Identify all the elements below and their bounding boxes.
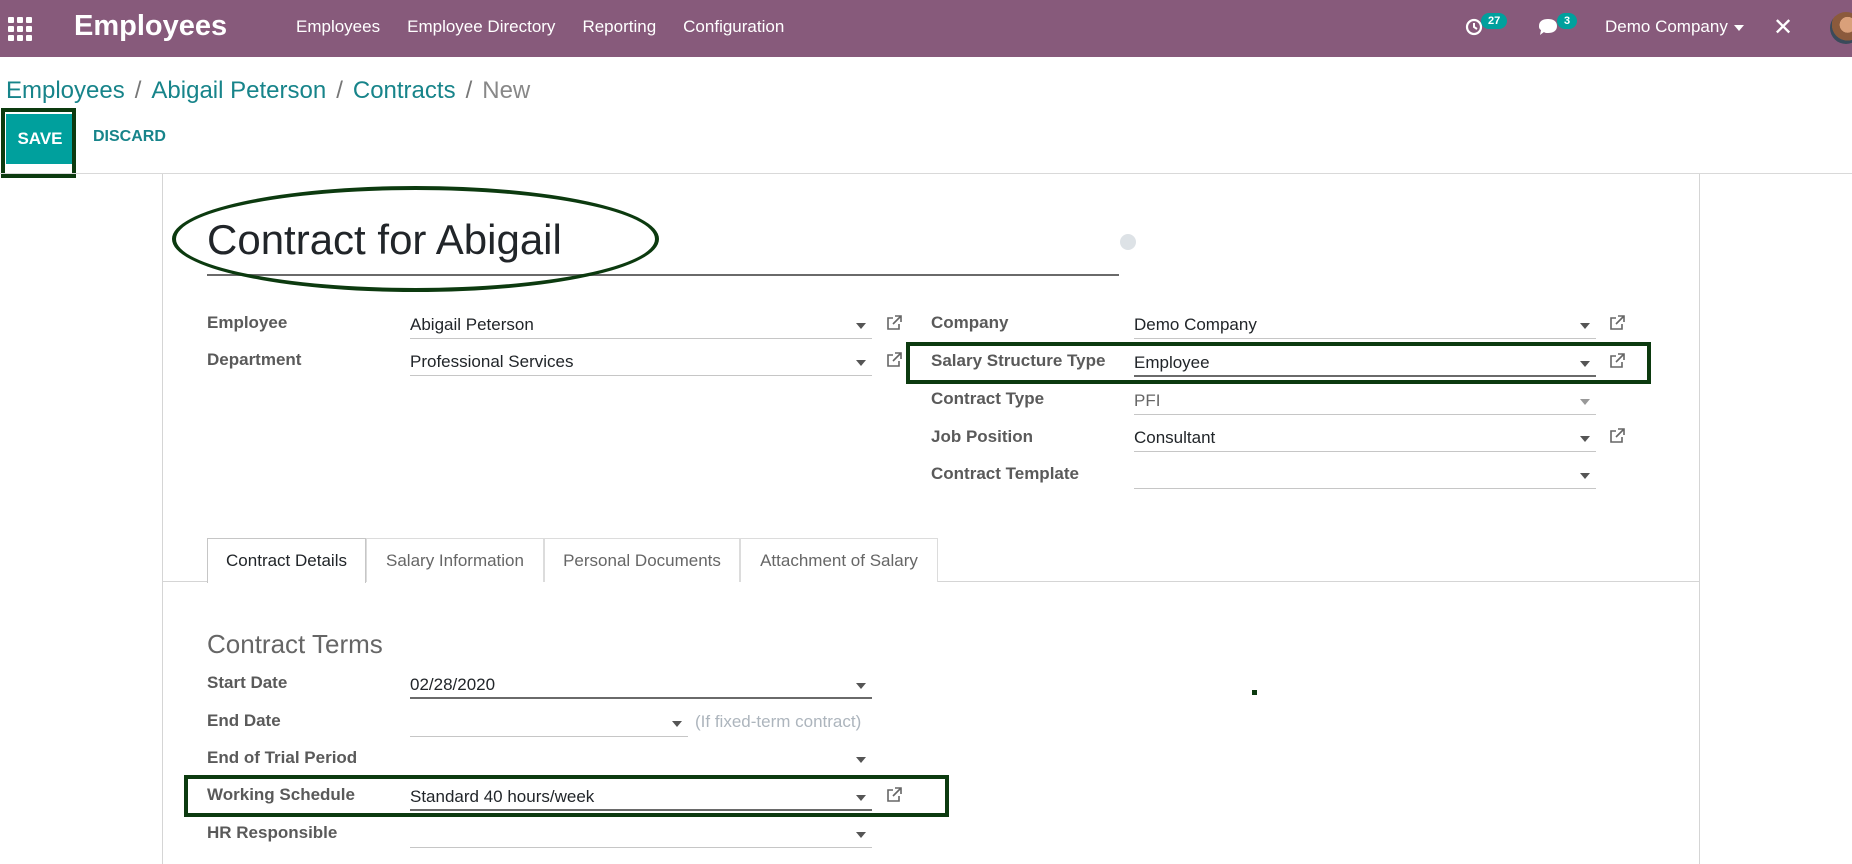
company-field[interactable]: Demo Company bbox=[1134, 311, 1596, 339]
company-name: Demo Company bbox=[1605, 17, 1728, 36]
dropdown-caret-icon bbox=[1580, 473, 1590, 479]
highlight-title bbox=[172, 186, 659, 292]
contract-type-label: Contract Type bbox=[931, 389, 1045, 408]
breadcrumb-separator: / bbox=[465, 77, 473, 104]
dropdown-caret-icon bbox=[1580, 323, 1590, 329]
breadcrumb-contracts[interactable]: Contracts bbox=[353, 77, 456, 104]
department-field[interactable]: Professional Services bbox=[410, 348, 872, 376]
contract-type-value: PFI bbox=[1134, 391, 1161, 410]
top-navbar: Employees Employees Employee Directory R… bbox=[0, 0, 1852, 57]
external-link-icon[interactable] bbox=[1608, 314, 1626, 332]
menu-item-reporting[interactable]: Reporting bbox=[582, 17, 656, 37]
tab-personal-documents[interactable]: Personal Documents bbox=[544, 538, 740, 582]
start-date-field[interactable]: 02/28/2020 bbox=[410, 671, 872, 699]
tab-contract-details[interactable]: Contract Details bbox=[207, 538, 366, 583]
apps-menu-icon[interactable] bbox=[6, 15, 32, 41]
trial-end-label: End of Trial Period bbox=[207, 748, 358, 767]
message-count-badge: 3 bbox=[1557, 13, 1578, 29]
chevron-down-icon bbox=[1733, 24, 1744, 31]
breadcrumb-separator: / bbox=[336, 77, 343, 104]
department-value: Professional Services bbox=[410, 352, 574, 371]
dropdown-caret-icon bbox=[1580, 399, 1590, 405]
highlight-working-schedule bbox=[184, 775, 949, 817]
job-position-value: Consultant bbox=[1134, 428, 1216, 447]
start-date-value: 02/28/2020 bbox=[410, 675, 496, 694]
job-position-label: Job Position bbox=[931, 427, 1033, 446]
employee-value: Abigail Peterson bbox=[410, 315, 534, 334]
breadcrumb-employees[interactable]: Employees bbox=[6, 77, 125, 104]
dropdown-caret-icon bbox=[856, 757, 866, 763]
hr-responsible-label: HR Responsible bbox=[207, 823, 338, 842]
highlight-salary-structure bbox=[906, 342, 1651, 384]
discard-button[interactable]: DISCARD bbox=[93, 128, 166, 146]
end-date-label: End Date bbox=[207, 711, 281, 730]
avatar[interactable] bbox=[1830, 12, 1852, 44]
main-menu: Employees Employee Directory Reporting C… bbox=[296, 17, 811, 37]
department-label: Department bbox=[207, 350, 302, 369]
breadcrumb-current: New bbox=[482, 77, 531, 104]
activity-menu[interactable]: 27 bbox=[1465, 0, 1515, 57]
breadcrumb-separator: / bbox=[134, 77, 142, 104]
company-switcher[interactable]: Demo Company bbox=[1605, 17, 1744, 37]
job-position-field[interactable]: Consultant bbox=[1134, 424, 1596, 452]
company-value: Demo Company bbox=[1134, 315, 1257, 334]
contract-type-field[interactable]: PFI bbox=[1134, 387, 1596, 415]
external-link-icon[interactable] bbox=[885, 351, 903, 369]
tab-salary-information[interactable]: Salary Information bbox=[366, 538, 544, 582]
breadcrumb: Employees / Abigail Peterson / Contracts / New bbox=[6, 77, 530, 105]
app-title: Employees bbox=[74, 10, 228, 42]
highlight-save bbox=[1, 108, 76, 178]
menu-item-employees[interactable]: Employees bbox=[296, 17, 380, 37]
chat-icon bbox=[1539, 19, 1557, 35]
dropdown-caret-icon bbox=[856, 683, 866, 689]
trial-end-field[interactable] bbox=[410, 745, 872, 773]
dropdown-caret-icon bbox=[856, 360, 866, 366]
messaging-menu[interactable]: 3 bbox=[1537, 0, 1582, 57]
menu-item-employee-directory[interactable]: Employee Directory bbox=[407, 17, 555, 37]
dropdown-caret-icon bbox=[856, 323, 866, 329]
breadcrumb-employee[interactable]: Abigail Peterson bbox=[151, 77, 326, 104]
end-date-hint: (If fixed-term contract) bbox=[695, 712, 862, 731]
close-icon[interactable]: ✕ bbox=[1773, 13, 1793, 42]
contract-template-label: Contract Template bbox=[931, 464, 1079, 483]
end-date-field[interactable] bbox=[410, 709, 688, 737]
dropdown-caret-icon bbox=[856, 832, 866, 838]
menu-item-configuration[interactable]: Configuration bbox=[683, 17, 784, 37]
start-date-label: Start Date bbox=[207, 673, 288, 692]
marker-dot bbox=[1252, 690, 1257, 695]
hr-responsible-field[interactable] bbox=[410, 820, 872, 848]
contract-terms-heading: Contract Terms bbox=[207, 629, 383, 659]
tab-attachment-of-salary[interactable]: Attachment of Salary bbox=[740, 538, 938, 582]
external-link-icon[interactable] bbox=[885, 314, 903, 332]
employee-label: Employee bbox=[207, 313, 288, 332]
dropdown-caret-icon bbox=[1580, 436, 1590, 442]
employee-field[interactable]: Abigail Peterson bbox=[410, 311, 872, 339]
external-link-icon[interactable] bbox=[1608, 427, 1626, 445]
contract-template-field[interactable] bbox=[1134, 461, 1596, 489]
dropdown-caret-icon bbox=[672, 721, 682, 727]
status-dot-icon[interactable] bbox=[1120, 234, 1136, 250]
company-label: Company bbox=[931, 313, 1009, 332]
activity-count-badge: 27 bbox=[1481, 13, 1508, 29]
